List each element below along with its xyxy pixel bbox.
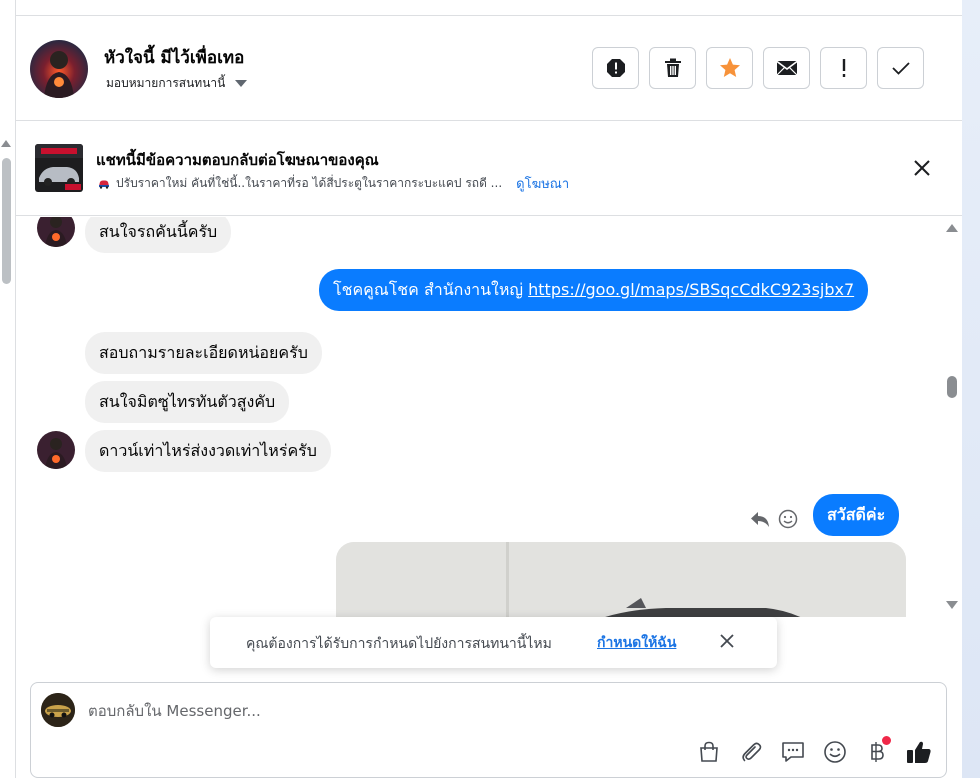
bag-icon	[700, 741, 718, 762]
emoji-icon	[824, 741, 846, 763]
message-actions	[750, 509, 798, 529]
react-emoji-icon[interactable]	[778, 509, 798, 529]
exclamation-icon	[842, 59, 845, 77]
contact-name: หัวใจนี้ มีไว้เพื่อเทอ	[104, 48, 245, 68]
caret-down-icon	[235, 80, 248, 87]
saved-replies-button[interactable]	[779, 738, 807, 766]
left-scrollbar[interactable]	[0, 0, 16, 778]
scroll-up-arrow-icon[interactable]	[946, 224, 958, 232]
messenger-inbox-window: หัวใจนี้ มีไว้เพื่อเทอ มอบหมายการสนทนานี…	[0, 0, 980, 778]
photo-attachment[interactable]	[336, 542, 906, 617]
report-spam-button[interactable]	[592, 47, 639, 89]
star-icon	[719, 58, 740, 77]
assign-prompt-toast: คุณต้องการได้รับการกำหนดไปยังการสนทนานี้…	[210, 617, 777, 668]
message-bubble-incoming[interactable]: สนใจรถคันนี้ครับ	[85, 217, 232, 253]
assign-conversation-dropdown[interactable]: มอบหมายการสนทนานี้	[106, 74, 248, 93]
header-actions	[592, 47, 924, 89]
sender-avatar[interactable]	[37, 217, 75, 247]
follow-up-button[interactable]	[820, 47, 867, 89]
baht-icon	[871, 742, 884, 762]
close-icon[interactable]	[718, 632, 736, 650]
scrollbar-thumb[interactable]	[947, 376, 957, 398]
ad-banner-subtitle: ปรับราคาใหม่ คันที่ใช่นี้..ในราคาที่รอ ไ…	[98, 173, 569, 194]
paperclip-icon	[742, 742, 762, 762]
message-bubble-incoming[interactable]: สนใจมิตซูไทรทันตัวสูงคับ	[85, 381, 290, 423]
message-bubble-incoming[interactable]: สอบถามรายละเอียดหน่อยครับ	[85, 332, 322, 374]
check-icon	[891, 62, 910, 75]
ad-snippet: ปรับราคาใหม่ คันที่ใช่นี้..ในราคาที่รอ ไ…	[116, 176, 503, 190]
contact-avatar[interactable]	[30, 40, 88, 98]
conversation-header: หัวใจนี้ มีไว้เพื่อเทอ มอบหมายการสนทนานี…	[16, 16, 962, 121]
maps-link[interactable]: https://goo.gl/maps/SBSqcCdkC923sjbx7	[528, 280, 854, 299]
like-button[interactable]	[905, 738, 933, 766]
mark-unread-button[interactable]	[763, 47, 810, 89]
message-bubble-incoming[interactable]: ดาวน์เท่าไหร่ส่งงวดเท่าไหร่ครับ	[85, 430, 331, 472]
message-text: โชคคูณโชค สำนักงานใหญ่	[333, 280, 524, 299]
mark-done-button[interactable]	[877, 47, 924, 89]
notification-dot	[882, 736, 891, 745]
message-bubble-outgoing[interactable]: สวัสดีค่ะ	[813, 494, 900, 536]
reply-input[interactable]	[88, 702, 848, 720]
reply-icon[interactable]	[750, 510, 770, 528]
right-edge-panel	[962, 0, 980, 778]
payment-button[interactable]	[863, 736, 891, 766]
scrollbar-thumb[interactable]	[2, 158, 11, 284]
message-thread[interactable]: สนใจรถคันนี้ครับ โชคคูณโชค สำนักงานใหญ่ …	[16, 217, 962, 617]
thread-scrollbar[interactable]	[944, 217, 960, 617]
toast-message: คุณต้องการได้รับการกำหนดไปยังการสนทนานี้…	[246, 636, 552, 652]
assign-label: มอบหมายการสนทนานี้	[106, 76, 226, 90]
view-ad-link[interactable]: ดูโฆษณา	[516, 173, 569, 194]
emoji-button[interactable]	[821, 738, 849, 766]
trash-icon	[664, 58, 681, 77]
scroll-up-arrow-icon[interactable]	[1, 140, 11, 147]
ad-banner-title: แชทนี้มีข้อความตอบกลับต่อโฆษณาของคุณ	[96, 151, 379, 169]
message-composer	[30, 682, 947, 778]
report-icon	[606, 59, 625, 77]
shop-button[interactable]	[695, 738, 723, 766]
ad-reply-banner: แชทนี้มีข้อความตอบกลับต่อโฆษณาของคุณ ปรั…	[16, 122, 962, 216]
composer-toolbar	[695, 736, 933, 766]
thumbs-up-icon	[907, 741, 931, 763]
ad-thumbnail[interactable]	[35, 144, 83, 192]
mail-icon	[776, 60, 797, 76]
delete-button[interactable]	[649, 47, 696, 89]
saved-reply-icon	[782, 742, 804, 762]
attach-button[interactable]	[737, 738, 765, 766]
scroll-down-arrow-icon[interactable]	[946, 601, 958, 609]
assign-to-me-link[interactable]: กำหนดให้ฉัน	[597, 632, 676, 654]
sender-avatar[interactable]	[37, 431, 75, 469]
message-bubble-outgoing[interactable]: โชคคูณโชค สำนักงานใหญ่ https://goo.gl/ma…	[319, 269, 869, 311]
car-icon	[99, 180, 109, 189]
star-button[interactable]	[706, 47, 753, 89]
page-avatar	[41, 693, 75, 727]
close-icon[interactable]	[912, 158, 932, 178]
